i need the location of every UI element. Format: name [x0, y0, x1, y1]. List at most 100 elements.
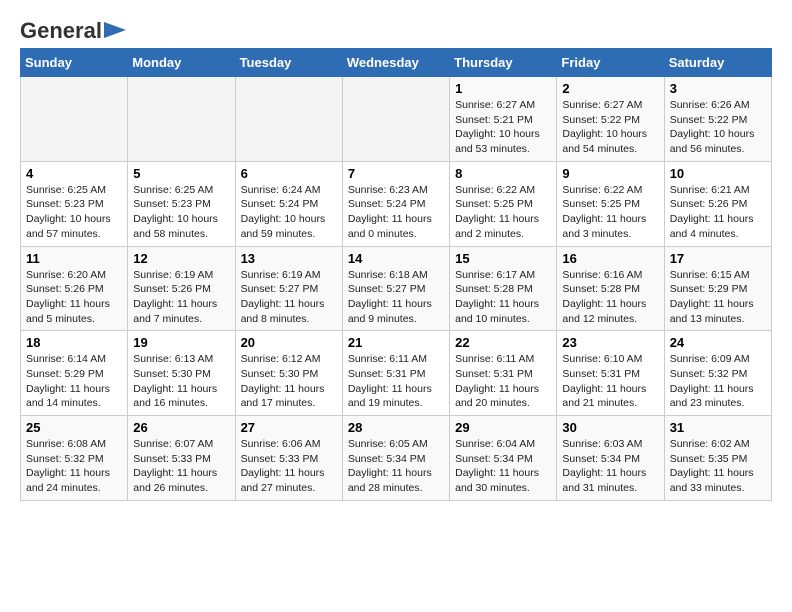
- day-info: Sunrise: 6:25 AM Sunset: 5:23 PM Dayligh…: [26, 183, 122, 242]
- calendar-cell: 10 Sunrise: 6:21 AM Sunset: 5:26 PM Dayli…: [664, 161, 771, 246]
- calendar-cell: 14 Sunrise: 6:18 AM Sunset: 5:27 PM Dayli…: [342, 246, 449, 331]
- day-info: Sunrise: 6:06 AM Sunset: 5:33 PM Dayligh…: [241, 437, 337, 496]
- day-info: Sunrise: 6:27 AM Sunset: 5:22 PM Dayligh…: [562, 98, 658, 157]
- calendar-cell: 24 Sunrise: 6:09 AM Sunset: 5:32 PM Dayli…: [664, 331, 771, 416]
- logo-text: General: [20, 20, 102, 42]
- calendar-cell: 6 Sunrise: 6:24 AM Sunset: 5:24 PM Daylig…: [235, 161, 342, 246]
- day-number: 23: [562, 335, 658, 350]
- day-number: 9: [562, 166, 658, 181]
- day-number: 14: [348, 251, 444, 266]
- day-info: Sunrise: 6:27 AM Sunset: 5:21 PM Dayligh…: [455, 98, 551, 157]
- calendar-cell: 2Sunrise: 6:27 AM Sunset: 5:22 PM Daylig…: [557, 77, 664, 162]
- day-number: 20: [241, 335, 337, 350]
- calendar-cell: 28 Sunrise: 6:05 AM Sunset: 5:34 PM Dayli…: [342, 416, 449, 501]
- day-info: Sunrise: 6:07 AM Sunset: 5:33 PM Dayligh…: [133, 437, 229, 496]
- page-header: General: [20, 20, 772, 38]
- day-number: 7: [348, 166, 444, 181]
- day-number: 15: [455, 251, 551, 266]
- day-info: Sunrise: 6:09 AM Sunset: 5:32 PM Dayligh…: [670, 352, 766, 411]
- calendar-cell: 12 Sunrise: 6:19 AM Sunset: 5:26 PM Dayli…: [128, 246, 235, 331]
- day-number: 13: [241, 251, 337, 266]
- day-info: Sunrise: 6:08 AM Sunset: 5:32 PM Dayligh…: [26, 437, 122, 496]
- calendar-cell: [342, 77, 449, 162]
- day-number: 6: [241, 166, 337, 181]
- day-info: Sunrise: 6:22 AM Sunset: 5:25 PM Dayligh…: [562, 183, 658, 242]
- day-number: 27: [241, 420, 337, 435]
- calendar-cell: 9 Sunrise: 6:22 AM Sunset: 5:25 PM Daylig…: [557, 161, 664, 246]
- calendar-cell: 20 Sunrise: 6:12 AM Sunset: 5:30 PM Dayli…: [235, 331, 342, 416]
- calendar-cell: 25 Sunrise: 6:08 AM Sunset: 5:32 PM Dayli…: [21, 416, 128, 501]
- day-info: Sunrise: 6:04 AM Sunset: 5:34 PM Dayligh…: [455, 437, 551, 496]
- calendar-cell: 23 Sunrise: 6:10 AM Sunset: 5:31 PM Dayli…: [557, 331, 664, 416]
- day-info: Sunrise: 6:12 AM Sunset: 5:30 PM Dayligh…: [241, 352, 337, 411]
- day-info: Sunrise: 6:15 AM Sunset: 5:29 PM Dayligh…: [670, 268, 766, 327]
- calendar-cell: 5 Sunrise: 6:25 AM Sunset: 5:23 PM Daylig…: [128, 161, 235, 246]
- logo-arrow-icon: [104, 20, 126, 40]
- day-number: 24: [670, 335, 766, 350]
- calendar-cell: 4Sunrise: 6:25 AM Sunset: 5:23 PM Daylig…: [21, 161, 128, 246]
- weekday-header: Tuesday: [235, 49, 342, 77]
- calendar-cell: 21 Sunrise: 6:11 AM Sunset: 5:31 PM Dayli…: [342, 331, 449, 416]
- day-info: Sunrise: 6:26 AM Sunset: 5:22 PM Dayligh…: [670, 98, 766, 157]
- weekday-header: Monday: [128, 49, 235, 77]
- day-number: 26: [133, 420, 229, 435]
- day-info: Sunrise: 6:20 AM Sunset: 5:26 PM Dayligh…: [26, 268, 122, 327]
- calendar-week-row: 18 Sunrise: 6:14 AM Sunset: 5:29 PM Dayli…: [21, 331, 772, 416]
- day-info: Sunrise: 6:14 AM Sunset: 5:29 PM Dayligh…: [26, 352, 122, 411]
- day-info: Sunrise: 6:11 AM Sunset: 5:31 PM Dayligh…: [348, 352, 444, 411]
- calendar-cell: 18 Sunrise: 6:14 AM Sunset: 5:29 PM Dayli…: [21, 331, 128, 416]
- day-info: Sunrise: 6:21 AM Sunset: 5:26 PM Dayligh…: [670, 183, 766, 242]
- day-info: Sunrise: 6:05 AM Sunset: 5:34 PM Dayligh…: [348, 437, 444, 496]
- logo: General: [20, 20, 126, 38]
- day-info: Sunrise: 6:02 AM Sunset: 5:35 PM Dayligh…: [670, 437, 766, 496]
- calendar-cell: 15 Sunrise: 6:17 AM Sunset: 5:28 PM Dayli…: [450, 246, 557, 331]
- day-info: Sunrise: 6:16 AM Sunset: 5:28 PM Dayligh…: [562, 268, 658, 327]
- day-number: 12: [133, 251, 229, 266]
- calendar-cell: 3 Sunrise: 6:26 AM Sunset: 5:22 PM Daylig…: [664, 77, 771, 162]
- day-number: 10: [670, 166, 766, 181]
- day-number: 5: [133, 166, 229, 181]
- day-info: Sunrise: 6:13 AM Sunset: 5:30 PM Dayligh…: [133, 352, 229, 411]
- weekday-header: Saturday: [664, 49, 771, 77]
- calendar-week-row: 11 Sunrise: 6:20 AM Sunset: 5:26 PM Dayli…: [21, 246, 772, 331]
- day-info: Sunrise: 6:03 AM Sunset: 5:34 PM Dayligh…: [562, 437, 658, 496]
- calendar-cell: 11 Sunrise: 6:20 AM Sunset: 5:26 PM Dayli…: [21, 246, 128, 331]
- calendar-week-row: 25 Sunrise: 6:08 AM Sunset: 5:32 PM Dayli…: [21, 416, 772, 501]
- calendar-cell: 19 Sunrise: 6:13 AM Sunset: 5:30 PM Dayli…: [128, 331, 235, 416]
- day-info: Sunrise: 6:22 AM Sunset: 5:25 PM Dayligh…: [455, 183, 551, 242]
- calendar-cell: [235, 77, 342, 162]
- weekday-header: Friday: [557, 49, 664, 77]
- calendar-cell: 22 Sunrise: 6:11 AM Sunset: 5:31 PM Dayli…: [450, 331, 557, 416]
- calendar-cell: 26 Sunrise: 6:07 AM Sunset: 5:33 PM Dayli…: [128, 416, 235, 501]
- day-number: 19: [133, 335, 229, 350]
- day-info: Sunrise: 6:17 AM Sunset: 5:28 PM Dayligh…: [455, 268, 551, 327]
- day-number: 1: [455, 81, 551, 96]
- calendar-cell: 1 Sunrise: 6:27 AM Sunset: 5:21 PM Daylig…: [450, 77, 557, 162]
- day-number: 11: [26, 251, 122, 266]
- calendar-week-row: 1 Sunrise: 6:27 AM Sunset: 5:21 PM Daylig…: [21, 77, 772, 162]
- calendar-cell: 13Sunrise: 6:19 AM Sunset: 5:27 PM Dayli…: [235, 246, 342, 331]
- weekday-header: Thursday: [450, 49, 557, 77]
- day-info: Sunrise: 6:24 AM Sunset: 5:24 PM Dayligh…: [241, 183, 337, 242]
- calendar-cell: [21, 77, 128, 162]
- calendar-cell: 31 Sunrise: 6:02 AM Sunset: 5:35 PM Dayli…: [664, 416, 771, 501]
- day-info: Sunrise: 6:23 AM Sunset: 5:24 PM Dayligh…: [348, 183, 444, 242]
- day-info: Sunrise: 6:10 AM Sunset: 5:31 PM Dayligh…: [562, 352, 658, 411]
- day-info: Sunrise: 6:25 AM Sunset: 5:23 PM Dayligh…: [133, 183, 229, 242]
- day-number: 17: [670, 251, 766, 266]
- day-info: Sunrise: 6:18 AM Sunset: 5:27 PM Dayligh…: [348, 268, 444, 327]
- day-number: 28: [348, 420, 444, 435]
- day-number: 22: [455, 335, 551, 350]
- day-number: 3: [670, 81, 766, 96]
- calendar-cell: 7 Sunrise: 6:23 AM Sunset: 5:24 PM Daylig…: [342, 161, 449, 246]
- day-info: Sunrise: 6:11 AM Sunset: 5:31 PM Dayligh…: [455, 352, 551, 411]
- day-number: 31: [670, 420, 766, 435]
- day-number: 21: [348, 335, 444, 350]
- day-info: Sunrise: 6:19 AM Sunset: 5:26 PM Dayligh…: [133, 268, 229, 327]
- day-number: 25: [26, 420, 122, 435]
- day-number: 8: [455, 166, 551, 181]
- day-number: 16: [562, 251, 658, 266]
- calendar-cell: 8 Sunrise: 6:22 AM Sunset: 5:25 PM Daylig…: [450, 161, 557, 246]
- day-number: 18: [26, 335, 122, 350]
- weekday-header-row: SundayMondayTuesdayWednesdayThursdayFrid…: [21, 49, 772, 77]
